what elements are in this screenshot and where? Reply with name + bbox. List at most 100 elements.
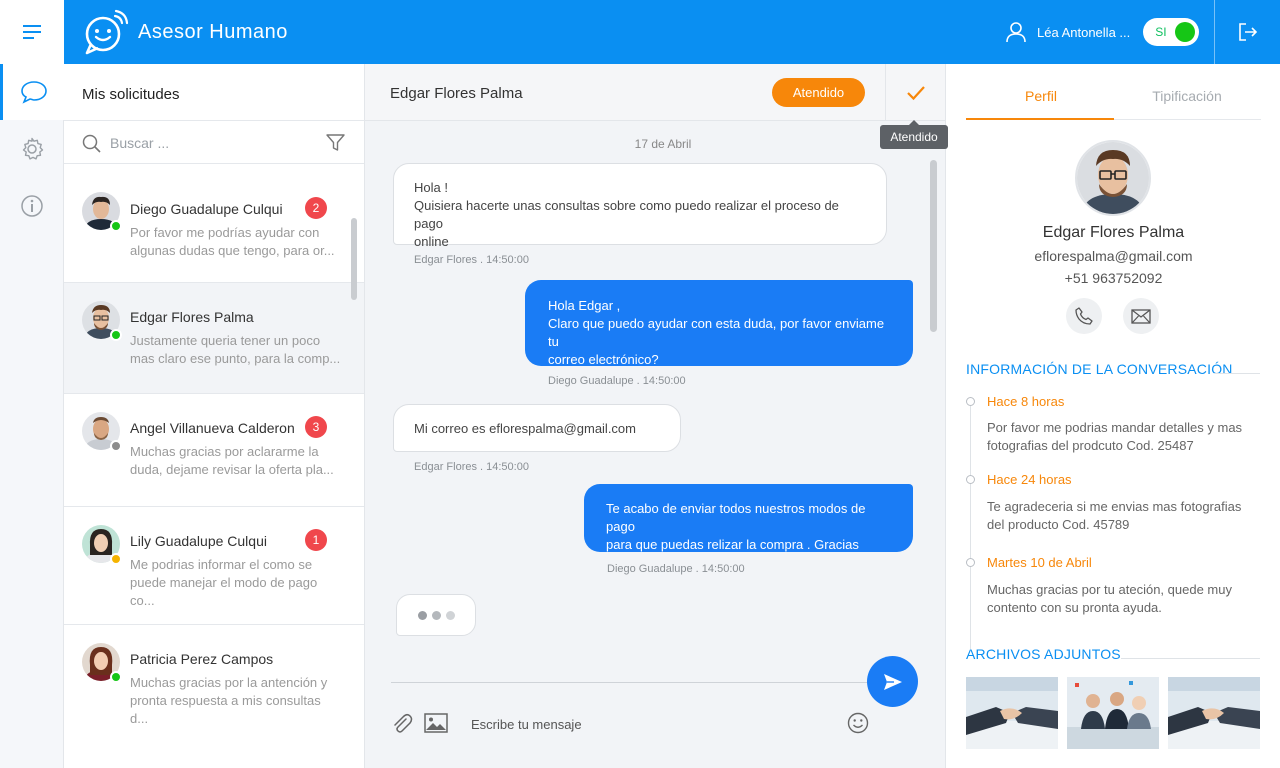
top-bar: Asesor Humano Léa Antonella ... SI bbox=[0, 0, 1280, 64]
conversation-preview: Me podrias informar el como se puede mane… bbox=[130, 557, 318, 608]
chat-header: Edgar Flores Palma Atendido bbox=[365, 64, 945, 121]
icon-rail bbox=[0, 64, 64, 768]
chat-logo-icon bbox=[85, 9, 129, 55]
section-divider bbox=[1121, 658, 1260, 659]
attended-tooltip: Atendido bbox=[880, 120, 948, 149]
status-online-dot bbox=[110, 329, 122, 341]
user-icon bbox=[1006, 22, 1026, 43]
info-icon bbox=[21, 195, 43, 217]
rail-item-settings[interactable] bbox=[0, 121, 64, 177]
list-scrollbar[interactable] bbox=[351, 218, 357, 300]
chat-scrollbar[interactable] bbox=[930, 160, 937, 332]
emoji-icon[interactable] bbox=[847, 712, 869, 734]
conversation-item[interactable]: Diego Guadalupe Culqui Por favor me podr… bbox=[64, 164, 364, 283]
attachment-thumbnail[interactable] bbox=[1067, 677, 1159, 749]
toggle-knob bbox=[1175, 22, 1196, 42]
section-divider bbox=[1214, 373, 1260, 374]
requests-panel: Mis solicitudes Diego Guadalupe Culqui P… bbox=[64, 64, 365, 768]
message-meta: Diego Guadalupe . 14:50:00 bbox=[607, 563, 745, 575]
status-online-dot bbox=[110, 671, 122, 683]
date-separator: 17 de Abril bbox=[634, 137, 692, 151]
conversation-item[interactable]: Angel Villanueva Calderon Muchas gracias… bbox=[64, 394, 364, 507]
attachment-thumbnail[interactable] bbox=[1168, 677, 1260, 749]
status-offline-dot bbox=[110, 440, 122, 452]
profile-phone: +51 963752092 bbox=[1064, 270, 1163, 286]
user-menu[interactable]: Léa Antonella ... SI bbox=[1005, 18, 1200, 46]
avatar bbox=[82, 301, 122, 341]
timeline-text: Muchas gracias por tu ateción, quede muy… bbox=[987, 582, 1232, 615]
timeline-text: Por favor me podrias mandar detalles y m… bbox=[987, 420, 1243, 453]
avatar bbox=[82, 643, 122, 683]
profile-name: Edgar Flores Palma bbox=[1042, 224, 1185, 241]
search-input[interactable] bbox=[110, 133, 310, 153]
status-online-dot bbox=[110, 220, 122, 232]
filter-icon[interactable] bbox=[326, 134, 345, 152]
conversation-item[interactable]: Lily Guadalupe Culqui Me podrias informa… bbox=[64, 507, 364, 625]
logout-icon bbox=[1238, 23, 1257, 41]
profile-email: eflorespalma@gmail.com bbox=[1034, 248, 1193, 264]
attended-status-button[interactable]: Atendido bbox=[772, 78, 865, 107]
email-button[interactable] bbox=[1123, 298, 1159, 334]
conversation-name: Patricia Perez Campos bbox=[130, 651, 274, 667]
avatar bbox=[82, 192, 122, 232]
message-outgoing: Hola Edgar , Claro que puedo ayudar con e… bbox=[525, 280, 913, 367]
rail-item-info[interactable] bbox=[0, 178, 64, 234]
message-input[interactable] bbox=[471, 714, 831, 734]
conversation-info-title: INFORMACIÓN DE LA CONVERSACIÓN bbox=[966, 361, 1233, 377]
app-title: Asesor Humano bbox=[138, 20, 288, 43]
attach-icon[interactable] bbox=[391, 713, 413, 735]
send-button[interactable] bbox=[867, 656, 918, 707]
image-icon[interactable] bbox=[424, 713, 448, 733]
chat-bubbles-icon bbox=[20, 81, 47, 104]
phone-icon bbox=[1075, 307, 1093, 325]
message-meta: Diego Guadalupe . 14:50:00 bbox=[548, 375, 686, 387]
user-name: Léa Antonella ... bbox=[1037, 24, 1131, 40]
timeline-time: Martes 10 de Abril bbox=[987, 555, 1092, 570]
unread-badge: 1 bbox=[305, 529, 327, 551]
unread-badge: 3 bbox=[305, 416, 327, 438]
requests-title: Mis solicitudes bbox=[82, 86, 180, 103]
attachment-thumbnail[interactable] bbox=[966, 677, 1058, 749]
check-icon bbox=[906, 85, 925, 100]
menu-button[interactable] bbox=[0, 0, 64, 64]
send-icon bbox=[883, 673, 902, 690]
brand: Asesor Humano bbox=[82, 8, 288, 56]
conversation-preview: Muchas gracias por la antención y pronta … bbox=[130, 675, 328, 726]
timeline-text: Te agradeceria si me envias mas fotograf… bbox=[987, 499, 1242, 532]
conversation-name: Edgar Flores Palma bbox=[130, 309, 254, 325]
search-icon bbox=[82, 134, 101, 153]
typing-indicator bbox=[396, 594, 476, 636]
gear-icon bbox=[22, 137, 44, 160]
conversation-item-selected[interactable]: Edgar Flores Palma Justamente queria ten… bbox=[64, 283, 364, 394]
toggle-label: SI bbox=[1155, 25, 1167, 39]
call-button[interactable] bbox=[1066, 298, 1102, 334]
timeline-marker bbox=[966, 558, 975, 567]
conversation-preview: Muchas gracias por aclararme la duda, dej… bbox=[130, 444, 334, 477]
timeline-marker bbox=[966, 475, 975, 484]
conversation-preview: Justamente queria tener un poco mas claro… bbox=[130, 333, 341, 366]
conversation-name: Angel Villanueva Calderon bbox=[130, 420, 295, 436]
tab-perfil[interactable]: Perfil bbox=[968, 88, 1114, 104]
timeline-time: Hace 8 horas bbox=[987, 394, 1065, 409]
conversation-item[interactable]: Patricia Perez Campos Muchas gracias por… bbox=[64, 625, 364, 745]
rail-item-chats[interactable] bbox=[0, 64, 64, 120]
logout-button[interactable] bbox=[1214, 0, 1280, 64]
timeline-line bbox=[970, 405, 971, 649]
profile-photo bbox=[1075, 140, 1151, 216]
conversation-name: Diego Guadalupe Culqui bbox=[130, 201, 283, 217]
timeline-marker bbox=[966, 397, 975, 406]
conversation-preview: Por favor me podrías ayudar con algunas d… bbox=[130, 225, 335, 258]
mark-attended-button[interactable] bbox=[885, 64, 945, 121]
avatar bbox=[82, 412, 122, 452]
avatar bbox=[82, 525, 122, 565]
chat-panel: Edgar Flores Palma Atendido Atendido 17 … bbox=[365, 64, 948, 768]
unread-badge: 2 bbox=[305, 197, 327, 219]
availability-toggle[interactable]: SI bbox=[1143, 18, 1200, 46]
profile-panel: Perfil Tipificación Edgar Flores Palma e… bbox=[945, 64, 1280, 768]
compose-divider bbox=[391, 682, 867, 683]
tab-tipificacion[interactable]: Tipificación bbox=[1114, 88, 1260, 104]
attachments-title: ARCHIVOS ADJUNTOS bbox=[966, 646, 1121, 662]
message-incoming: Mi correo es eflorespalma@gmail.com bbox=[393, 404, 681, 452]
conversation-name: Lily Guadalupe Culqui bbox=[130, 533, 267, 549]
timeline-time: Hace 24 horas bbox=[987, 472, 1072, 487]
